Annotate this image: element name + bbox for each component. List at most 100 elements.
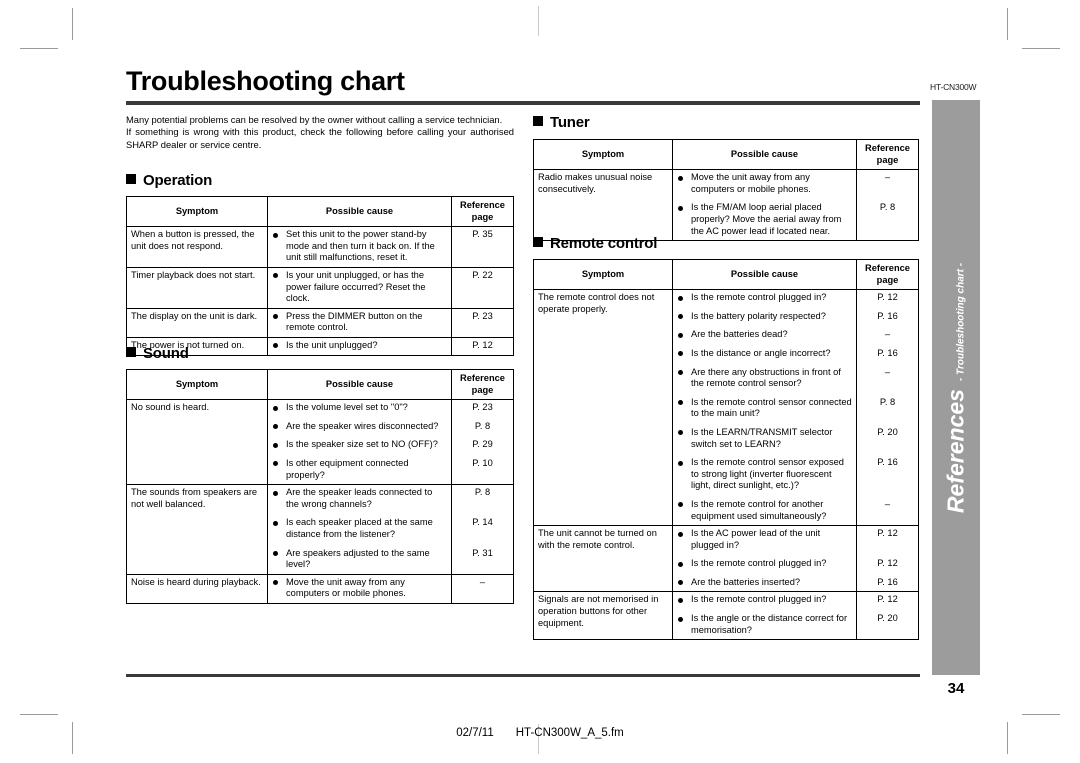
reference-item: P. 20 (877, 426, 898, 437)
side-tab-subtitle: - Troubleshooting chart - (955, 262, 967, 381)
column-header-symptom: Symptom (126, 368, 268, 401)
cell-symptom: The sounds from speakers are not well ba… (126, 484, 268, 575)
cause-item: Is the remote control plugged in? (677, 558, 852, 570)
reference-line1: Reference (865, 143, 910, 153)
cell-reference-page: P. 8 P. 14 P. 31 (451, 484, 514, 575)
bullet-dot-icon (678, 314, 683, 320)
reference-item: P. 16 (877, 347, 898, 358)
table-tuner: Symptom Possible cause Reference page Ra… (533, 138, 919, 242)
bullet-dot-icon (273, 232, 278, 238)
reference-item: P. 12 (877, 594, 898, 605)
cause-item: Is the volume level set to "0"? (272, 402, 447, 414)
bullet-dot-icon (678, 616, 683, 622)
reference-line2: page (471, 384, 494, 395)
bullet-dot-icon (273, 551, 278, 557)
bullet-dot-icon (678, 561, 683, 567)
table-sound: Symptom Possible cause Reference page No… (126, 368, 514, 604)
cell-reference-page: P. 22 (451, 266, 514, 309)
cause-item: Is the LEARN/TRANSMIT selector switch se… (677, 427, 852, 450)
intro-paragraph-1: Many potential problems can be resolved … (126, 114, 503, 125)
reference-item: – (884, 172, 891, 183)
page-title: Troubleshooting chart (126, 66, 405, 96)
bullet-dot-icon (273, 273, 278, 279)
crop-mark-top-left-horizontal (20, 48, 58, 49)
cell-possible-cause: Are the speaker leads connected to the w… (267, 484, 452, 575)
cause-item: Is other equipment connected properly? (272, 458, 447, 481)
crop-mark-top-right-horizontal (1022, 48, 1060, 49)
cause-item: Is the angle or the distance correct for… (677, 613, 852, 636)
table-body-sound: No sound is heard. Is the volume level se… (126, 399, 514, 604)
cell-symptom: Timer playback does not start. (126, 266, 268, 309)
reference-item: – (884, 366, 891, 377)
cause-item: Is the remote control plugged in? (677, 292, 852, 304)
section-heading-operation-label: Operation (143, 172, 213, 189)
cause-item: Is the FM/AM loop aerial placed properly… (677, 202, 852, 237)
reference-item: P. 31 (472, 547, 493, 558)
cell-reference-page: P. 12 P. 12 P. 16 (856, 525, 919, 593)
cause-item: Are the speaker leads connected to the w… (272, 487, 447, 510)
reference-line1: Reference (865, 263, 910, 273)
bullet-dot-icon (678, 295, 683, 301)
section-heading-tuner-label: Tuner (550, 114, 590, 131)
reference-item: P. 35 (472, 229, 493, 240)
cause-item: Are there any obstructions in front of t… (677, 367, 852, 390)
section-heading-operation: Operation (126, 172, 212, 189)
bullet-dot-icon (678, 370, 683, 376)
bullet-dot-icon (273, 442, 278, 448)
side-tab-title: References (942, 388, 969, 513)
bullet-dot-icon (273, 461, 278, 467)
bullet-dot-icon (678, 502, 683, 508)
section-heading-tuner: Tuner (533, 114, 590, 131)
cell-possible-cause: Is the unit unplugged? (267, 336, 452, 356)
reference-line2: page (876, 154, 899, 165)
cell-possible-cause: Is the AC power lead of the unit plugged… (672, 525, 857, 593)
table-row: Signals are not memorised in operation b… (533, 591, 919, 641)
bullet-dot-icon (678, 531, 683, 537)
cause-item: Is the AC power lead of the unit plugged… (677, 528, 852, 551)
cell-symptom: Signals are not memorised in operation b… (533, 591, 673, 641)
cell-symptom: The power is not turned on. (126, 336, 268, 356)
table-row: The power is not turned on. Is the unit u… (126, 336, 514, 356)
cell-possible-cause: Set this unit to the power stand-by mode… (267, 226, 452, 268)
cell-reference-page: P. 12 P. 16 – P. 16 – P. 8 P. 20 P. 16 – (856, 289, 919, 527)
cause-item: Is the speaker size set to NO (OFF)? (272, 439, 447, 451)
cell-symptom: The unit cannot be turned on with the re… (533, 525, 673, 593)
table-header-row: Symptom Possible cause Reference page (533, 258, 919, 291)
reference-item: P. 29 (472, 439, 493, 450)
footer-filename: HT-CN300W_A_5.fm (515, 727, 624, 739)
cause-item: Is the remote control plugged in? (677, 594, 852, 606)
crop-mark-bottom-right-horizontal (1022, 714, 1060, 715)
reference-line1: Reference (460, 373, 505, 383)
reference-item: P. 22 (472, 269, 493, 280)
cell-possible-cause: Move the unit away from any computers or… (267, 573, 452, 604)
cause-item: Is the remote control for another equipm… (677, 499, 852, 522)
side-tab-references: References - Troubleshooting chart - (932, 100, 980, 675)
bullet-dot-icon (273, 405, 278, 411)
model-code: HT-CN300W (930, 82, 977, 92)
table-header-row: Symptom Possible cause Reference page (533, 138, 919, 171)
cell-symptom: Noise is heard during playback. (126, 573, 268, 604)
cell-reference-page: P. 23 P. 8 P. 29 P. 10 (451, 399, 514, 486)
reference-item: P. 12 (877, 528, 898, 539)
bottom-rule (126, 674, 920, 677)
cell-reference-page: P. 35 (451, 226, 514, 268)
column-header-symptom: Symptom (533, 258, 673, 291)
cause-item: Is your unit unplugged, or has the power… (272, 270, 447, 305)
bullet-dot-icon (678, 332, 683, 338)
table-row: Timer playback does not start. Is your un… (126, 266, 514, 309)
table-header-row: Symptom Possible cause Reference page (126, 368, 514, 401)
cause-item: Set this unit to the power stand-by mode… (272, 229, 447, 264)
reference-item: P. 23 (472, 310, 493, 321)
table-row: No sound is heard. Is the volume level se… (126, 399, 514, 486)
reference-item: P. 20 (877, 613, 898, 624)
cell-symptom: When a button is pressed, the unit does … (126, 226, 268, 268)
reference-item: P. 12 (877, 292, 898, 303)
cause-item: Is the remote control sensor connected t… (677, 397, 852, 420)
table-row: When a button is pressed, the unit does … (126, 226, 514, 268)
bullet-dot-icon (678, 597, 683, 603)
cell-reference-page: P. 12 (451, 336, 514, 356)
crop-mark-bottom-left-horizontal (20, 714, 58, 715)
bullet-dot-icon (678, 580, 683, 586)
cause-item: Move the unit away from any computers or… (677, 172, 852, 195)
table-row: Radio makes unusual noise consecutively.… (533, 169, 919, 242)
